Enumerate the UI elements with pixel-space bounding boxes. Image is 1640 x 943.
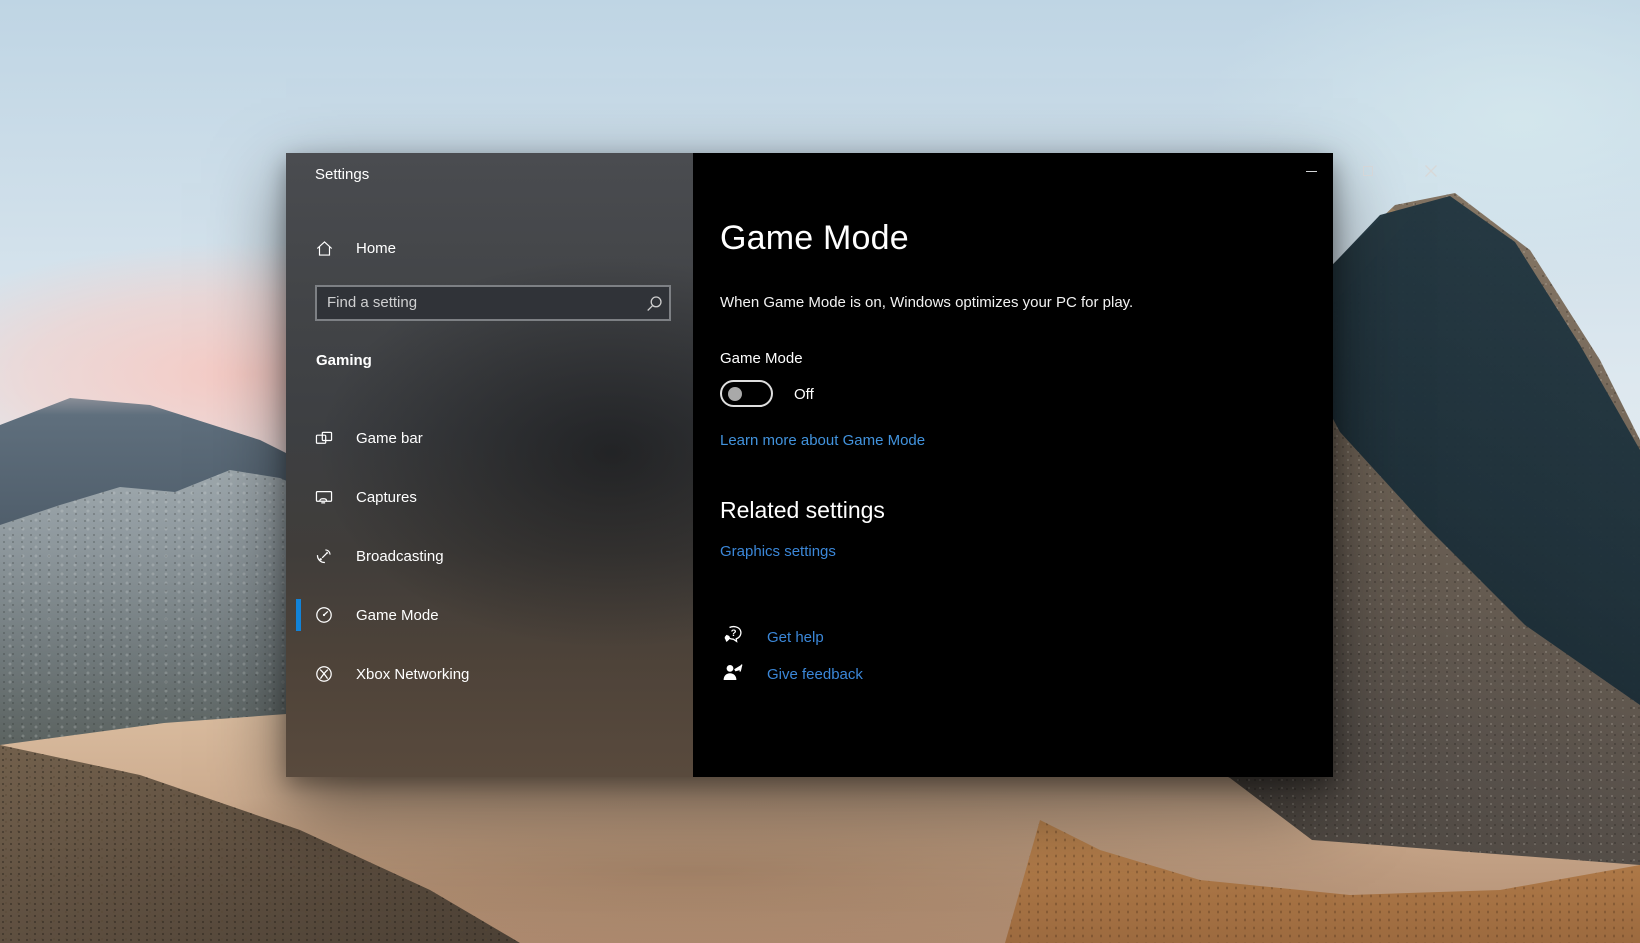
settings-window: Settings Home Gaming xyxy=(286,153,1333,777)
minimize-icon xyxy=(1306,171,1317,172)
question-mark-glyph: ? xyxy=(731,628,737,639)
maximize-icon xyxy=(1363,166,1373,176)
page-title: Game Mode xyxy=(720,219,909,258)
page-description: When Game Mode is on, Windows optimizes … xyxy=(720,294,1133,311)
close-icon xyxy=(1424,164,1438,178)
toggle-state-text: Off xyxy=(794,386,814,403)
get-help-icon: ? xyxy=(721,623,745,647)
xbox-icon xyxy=(315,665,333,683)
sidebar-item-label: Broadcasting xyxy=(356,548,444,565)
sidebar-item-broadcasting[interactable]: Broadcasting xyxy=(286,536,693,576)
sidebar-item-label: Home xyxy=(356,240,396,257)
sidebar-item-home[interactable]: Home xyxy=(286,228,693,268)
get-help-link[interactable]: Get help xyxy=(767,629,824,646)
sidebar-item-label: Game bar xyxy=(356,430,423,447)
minimize-button[interactable] xyxy=(1288,155,1334,187)
sidebar-item-label: Game Mode xyxy=(356,607,439,624)
game-mode-icon xyxy=(315,606,333,624)
selected-accent-bar xyxy=(296,599,301,631)
close-button[interactable] xyxy=(1408,155,1454,187)
toggle-label: Game Mode xyxy=(720,350,803,367)
captures-icon xyxy=(315,488,333,506)
window-title: Settings xyxy=(315,166,369,183)
game-mode-toggle[interactable] xyxy=(720,380,773,407)
graphics-settings-link[interactable]: Graphics settings xyxy=(720,543,836,560)
sidebar-item-xbox-networking[interactable]: Xbox Networking xyxy=(286,654,693,694)
sidebar-section-gaming: Gaming xyxy=(316,352,372,369)
search-icon[interactable] xyxy=(639,295,669,312)
sidebar-item-label: Captures xyxy=(356,489,417,506)
sidebar-item-game-mode[interactable]: Game Mode xyxy=(286,595,693,635)
desktop: Settings Home Gaming xyxy=(0,0,1640,943)
settings-main-panel: Game Mode When Game Mode is on, Windows … xyxy=(693,153,1333,777)
sidebar-item-game-bar[interactable]: Game bar xyxy=(286,418,693,458)
search-box xyxy=(315,285,671,321)
wallpaper-grass-right xyxy=(980,780,1640,943)
sidebar-item-captures[interactable]: Captures xyxy=(286,477,693,517)
search-input[interactable] xyxy=(317,294,639,313)
toggle-knob xyxy=(728,387,742,401)
game-bar-icon xyxy=(315,429,333,447)
related-settings-heading: Related settings xyxy=(720,497,885,524)
give-feedback-link[interactable]: Give feedback xyxy=(767,666,863,683)
sidebar-item-label: Xbox Networking xyxy=(356,666,469,683)
broadcasting-icon xyxy=(315,547,333,565)
home-icon xyxy=(315,239,333,257)
learn-more-link[interactable]: Learn more about Game Mode xyxy=(720,432,925,449)
give-feedback-icon xyxy=(721,660,745,684)
maximize-button[interactable] xyxy=(1345,155,1391,187)
settings-sidebar: Settings Home Gaming xyxy=(286,153,693,777)
